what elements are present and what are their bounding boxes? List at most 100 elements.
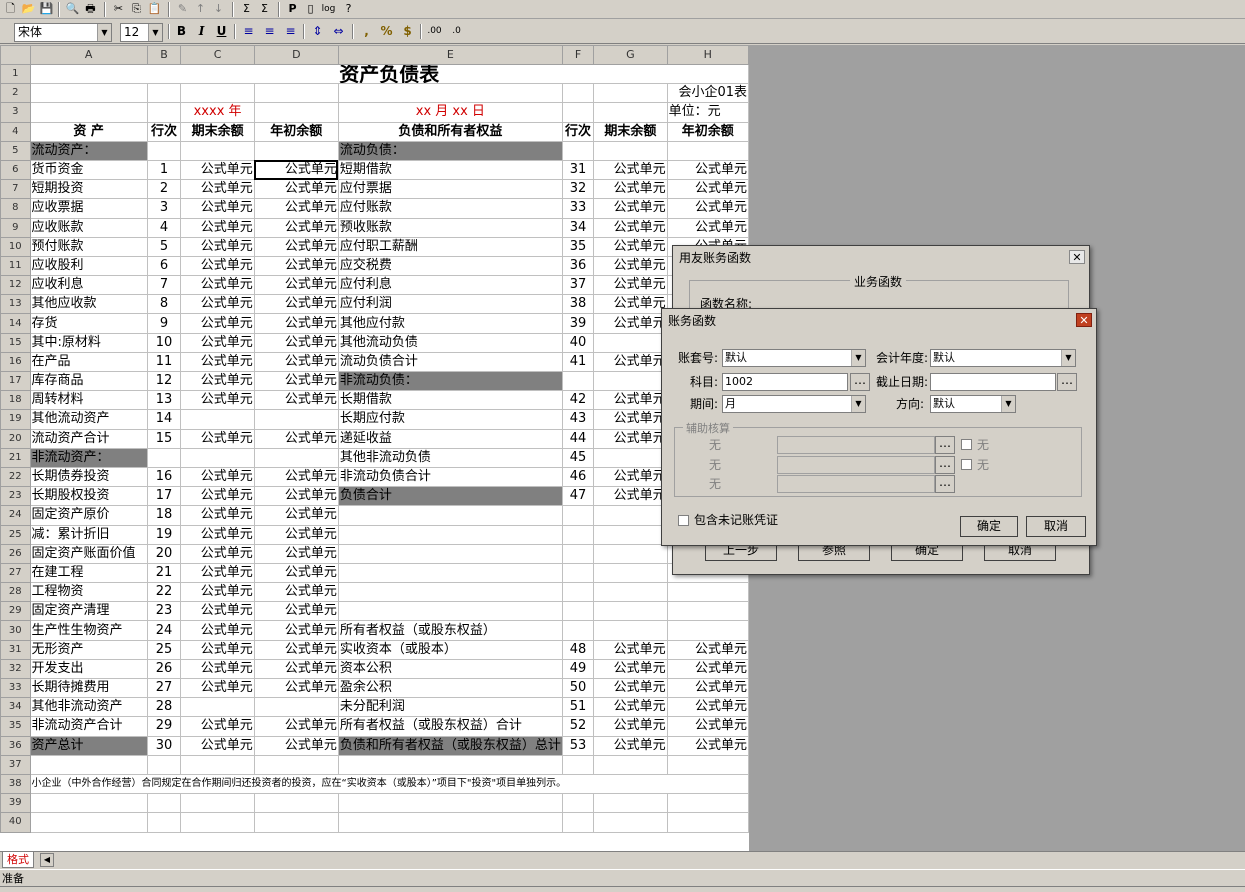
cell[interactable]: 26	[146, 658, 182, 680]
cell[interactable]: 公式单元	[180, 294, 255, 315]
cell[interactable]: 3	[146, 198, 182, 219]
row-header[interactable]: 22	[0, 466, 31, 488]
cell[interactable]: 资产总计	[29, 735, 148, 756]
cell[interactable]	[561, 793, 595, 814]
row-header[interactable]: 30	[0, 620, 31, 641]
cell[interactable]: xxxx 年	[180, 102, 255, 123]
cell[interactable]	[561, 582, 595, 603]
cell[interactable]: 公式单元	[593, 275, 668, 296]
column-header[interactable]: F	[561, 45, 595, 65]
aux-input-3[interactable]	[777, 475, 935, 493]
cell[interactable]	[593, 505, 668, 526]
cell[interactable]: 23	[146, 601, 182, 622]
cell[interactable]: 公式单元	[253, 677, 339, 699]
cell[interactable]	[561, 601, 595, 622]
row-header[interactable]: 5	[0, 140, 31, 161]
cell[interactable]: 34	[561, 217, 595, 238]
column-header[interactable]: D	[253, 45, 339, 65]
cell[interactable]: 公式单元	[253, 601, 339, 622]
cell[interactable]	[253, 83, 339, 104]
cell[interactable]: 盈余公积	[337, 677, 563, 699]
cell[interactable]: 公式单元	[253, 255, 339, 277]
cell[interactable]: 公式单元	[593, 428, 668, 449]
aux-browse-3[interactable]: …	[935, 475, 955, 493]
cell[interactable]: 递延收益	[337, 428, 563, 449]
cell[interactable]: 其他流动负债	[337, 332, 563, 353]
cell[interactable]: 应收账款	[29, 217, 148, 238]
row-header[interactable]: 1	[0, 63, 31, 85]
cell[interactable]	[593, 582, 668, 603]
cell[interactable]: 17	[146, 486, 182, 507]
cell[interactable]: 公式单元	[593, 735, 668, 756]
row-header[interactable]: 35	[0, 716, 31, 737]
cell[interactable]: 公式单元	[666, 198, 749, 219]
cell[interactable]: 公式单元	[666, 677, 749, 699]
cell[interactable]: 41	[561, 351, 595, 373]
cell[interactable]: 负债和所有者权益（或股东权益）总计	[337, 735, 563, 756]
cell[interactable]	[253, 812, 339, 833]
row-header[interactable]: 36	[0, 735, 31, 756]
cell[interactable]: 公式单元	[253, 159, 339, 181]
cell[interactable]: 8	[146, 294, 182, 315]
row-header[interactable]: 34	[0, 697, 31, 718]
cell[interactable]: 公式单元	[180, 236, 255, 257]
cell[interactable]: 公式单元	[253, 370, 339, 392]
cell[interactable]	[29, 754, 148, 775]
align-left-icon[interactable]: ≡	[240, 23, 257, 40]
copy-icon[interactable]: ⎘	[128, 1, 145, 17]
underline-icon[interactable]: U	[213, 23, 230, 40]
cell[interactable]: 公式单元	[593, 351, 668, 373]
sheet-tab-format[interactable]: 格式	[2, 852, 34, 868]
cell[interactable]	[593, 812, 668, 833]
cell[interactable]: 公式单元	[253, 524, 339, 545]
year-select[interactable]: 默认 ▼	[930, 349, 1076, 367]
cell[interactable]: 公式单元	[666, 658, 749, 680]
cancel-button[interactable]: 取消	[1026, 516, 1086, 537]
cell[interactable]: 应收票据	[29, 198, 148, 219]
cell[interactable]: 实收资本（或股本）	[337, 639, 563, 660]
row-header[interactable]: 11	[0, 255, 31, 277]
cell[interactable]	[180, 812, 255, 833]
cell[interactable]: 29	[146, 716, 182, 737]
percent-icon[interactable]: %	[378, 23, 395, 40]
cell[interactable]: 流动资产：	[29, 140, 148, 161]
cell[interactable]: 固定资产原价	[29, 505, 148, 526]
cell[interactable]: 43	[561, 409, 595, 430]
cell[interactable]: 公式单元	[593, 313, 668, 334]
cell[interactable]: 长期债券投资	[29, 466, 148, 488]
cell[interactable]	[337, 754, 563, 775]
cell[interactable]: 所有者权益（或股东权益）合计	[337, 716, 563, 737]
cell[interactable]: 公式单元	[593, 409, 668, 430]
cell[interactable]: 4	[146, 217, 182, 238]
cell[interactable]	[180, 697, 255, 718]
cell[interactable]: 货币资金	[29, 159, 148, 181]
cell[interactable]	[666, 793, 749, 814]
cell[interactable]: 其他非流动资产	[29, 697, 148, 718]
column-header[interactable]: E	[337, 45, 563, 65]
cell[interactable]: 非流动负债合计	[337, 466, 563, 488]
row-header[interactable]: 29	[0, 601, 31, 622]
cell[interactable]: 其他应付款	[337, 313, 563, 334]
cell[interactable]: 46	[561, 466, 595, 488]
cell[interactable]	[180, 793, 255, 814]
row-header[interactable]: 18	[0, 390, 31, 411]
include-unposted-checkbox[interactable]	[678, 515, 689, 526]
report-title[interactable]: 资产负债表	[29, 63, 749, 85]
cell[interactable]: 公式单元	[253, 390, 339, 411]
cell[interactable]: 9	[146, 313, 182, 334]
cell[interactable]: 期末余额	[593, 121, 668, 142]
cell[interactable]: 非流动资产：	[29, 447, 148, 468]
cell[interactable]	[561, 505, 595, 526]
cell[interactable]: 公式单元	[593, 255, 668, 277]
cell[interactable]: 资本公积	[337, 658, 563, 680]
cell[interactable]: 无形资产	[29, 639, 148, 660]
cell[interactable]: 固定资产清理	[29, 601, 148, 622]
cell[interactable]	[666, 754, 749, 775]
column-header[interactable]: H	[666, 45, 749, 65]
cell[interactable]: 公式单元	[593, 390, 668, 411]
close-icon[interactable]: ✕	[1069, 250, 1085, 264]
cell[interactable]: 31	[561, 159, 595, 181]
cell[interactable]: 19	[146, 524, 182, 545]
cell[interactable]: 所有者权益（或股东权益）	[337, 620, 563, 641]
cell[interactable]	[253, 409, 339, 430]
